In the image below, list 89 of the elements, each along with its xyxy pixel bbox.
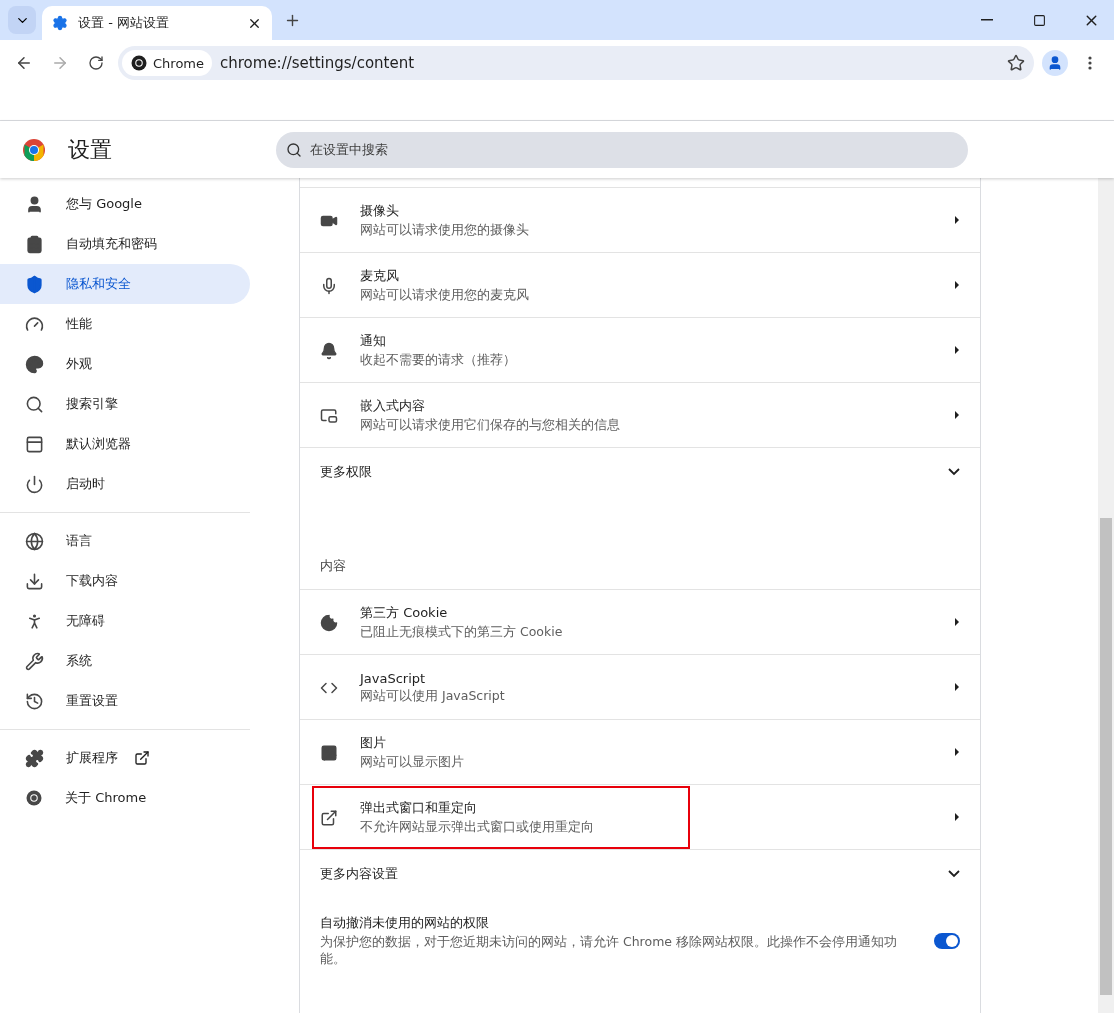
minimize-icon — [981, 19, 993, 21]
arrow-right-icon — [954, 410, 960, 420]
person-icon — [1047, 55, 1063, 71]
power-icon — [25, 474, 44, 494]
setting-title: 弹出式窗口和重定向 — [360, 799, 478, 817]
setting-description: 网站可以使用 JavaScript — [360, 687, 506, 705]
arrow-right-icon — [954, 617, 960, 627]
sidebar-item[interactable]: 扩展程序 — [0, 738, 250, 778]
arrow-right-icon — [954, 747, 960, 757]
browser-tab[interactable]: 设置 - 网站设置 — [42, 6, 272, 40]
sidebar-item[interactable]: 无障碍 — [0, 601, 250, 641]
settings-row[interactable]: 弹出式窗口和重定向 不允许网站显示弹出式窗口或使用重定向 — [300, 784, 980, 849]
sidebar-item[interactable]: 系统 — [0, 641, 250, 681]
setting-description: 不允许网站显示弹出式窗口或使用重定向 — [360, 819, 595, 836]
sidebar-item[interactable]: 自动填充和密码 — [0, 224, 250, 264]
search-icon — [286, 141, 302, 158]
sidebar-item[interactable]: 下载内容 — [0, 561, 250, 601]
expand-row[interactable]: 更多权限 — [300, 447, 980, 495]
settings-row[interactable]: 图片 网站可以显示图片 — [300, 719, 980, 784]
puzzle-icon — [25, 748, 44, 768]
sidebar-item[interactable]: 关于 Chrome — [0, 778, 250, 818]
settings-row[interactable]: 摄像头 网站可以请求使用您的摄像头 — [300, 187, 980, 252]
sidebar-item[interactable]: 隐私和安全 — [0, 264, 250, 304]
shield-icon — [25, 274, 44, 294]
wrench-icon — [25, 651, 44, 671]
sidebar-item[interactable]: 重置设置 — [0, 681, 250, 721]
setting-title: 自动撤消未使用的网站的权限 — [320, 914, 490, 932]
url-text: chrome://settings/content — [220, 54, 416, 72]
arrow-right-icon — [954, 345, 960, 355]
external-link-icon — [320, 808, 338, 827]
microphone-icon — [320, 276, 338, 295]
chrome-logo-icon — [130, 54, 148, 72]
settings-row[interactable]: 麦克风 网站可以请求使用您的麦克风 — [300, 252, 980, 317]
settings-row[interactable]: 嵌入式内容 网站可以请求使用它们保存的与您相关的信息 — [300, 382, 980, 447]
toggle-switch[interactable] — [934, 933, 960, 949]
forward-arrow-icon — [51, 54, 69, 72]
sidebar-item[interactable]: 搜索引擎 — [0, 384, 250, 424]
page-title: 设置 — [68, 135, 113, 164]
chrome-logo-icon — [25, 789, 43, 807]
history-icon — [25, 691, 44, 711]
setting-title: 第三方 Cookie — [360, 604, 449, 622]
setting-description: 网站可以显示图片 — [360, 754, 465, 771]
setting-description: 为保护您的数据，对于您近期未访问的网站，请允许 Chrome 移除网站权限。此操作不会停用通知功能。 — [320, 934, 898, 968]
setting-title: 嵌入式内容 — [360, 397, 426, 415]
setting-description: 网站可以请求使用它们保存的与您相关的信息 — [360, 417, 621, 434]
gear-icon — [52, 15, 68, 31]
sidebar-item[interactable]: 您与 Google — [0, 184, 250, 224]
setting-title: 通知 — [360, 332, 387, 350]
browser-window-icon — [25, 434, 44, 454]
cookie-icon — [320, 613, 338, 632]
arrow-right-icon — [954, 812, 960, 822]
reload-icon — [88, 55, 104, 71]
bell-icon — [320, 341, 338, 360]
sidebar-item[interactable]: 启动时 — [0, 464, 250, 504]
globe-icon — [25, 531, 44, 551]
sidebar-item[interactable]: 外观 — [0, 344, 250, 384]
setting-description: 网站可以请求使用您的摄像头 — [360, 222, 530, 239]
setting-title: 麦克风 — [360, 267, 400, 285]
section-heading: 内容 — [320, 557, 346, 575]
search-icon — [25, 394, 44, 414]
embedded-content-icon — [320, 406, 338, 425]
maximize-icon — [1032, 13, 1046, 27]
settings-row[interactable]: 第三方 Cookie 已阻止无痕模式下的第三方 Cookie — [300, 589, 980, 654]
sidebar-item[interactable]: 性能 — [0, 304, 250, 344]
site-chip[interactable]: Chrome — [122, 50, 212, 76]
expand-row[interactable]: 更多内容设置 — [300, 849, 980, 897]
menu-dots-icon — [1088, 56, 1092, 70]
settings-row[interactable]: 通知 收起不需要的请求（推荐） — [300, 317, 980, 382]
star-icon — [1007, 54, 1025, 72]
scrollbar[interactable] — [1098, 178, 1114, 1013]
profile-button[interactable] — [1042, 50, 1068, 76]
setting-description: 收起不需要的请求（推荐） — [360, 352, 517, 369]
gauge-icon — [25, 314, 44, 334]
setting-description: 已阻止无痕模式下的第三方 Cookie — [360, 624, 564, 641]
setting-description: 网站可以请求使用您的麦克风 — [360, 287, 530, 304]
arrow-right-icon — [954, 215, 960, 225]
download-icon — [25, 571, 44, 591]
setting-title: 图片 — [360, 734, 387, 752]
chrome-logo-icon — [22, 137, 46, 162]
sidebar-item[interactable]: 默认浏览器 — [0, 424, 250, 464]
setting-title: 摄像头 — [360, 202, 400, 220]
address-bar[interactable]: Chrome chrome://settings/content — [118, 46, 1034, 80]
person-icon — [25, 194, 44, 214]
setting-title: JavaScript — [360, 670, 427, 686]
arrow-right-icon — [954, 682, 960, 692]
arrow-right-icon — [954, 280, 960, 290]
sidebar-item[interactable]: 语言 — [0, 521, 250, 561]
search-field[interactable]: 在设置中搜索 — [276, 131, 968, 168]
settings-row[interactable]: JavaScript 网站可以使用 JavaScript — [300, 654, 980, 719]
